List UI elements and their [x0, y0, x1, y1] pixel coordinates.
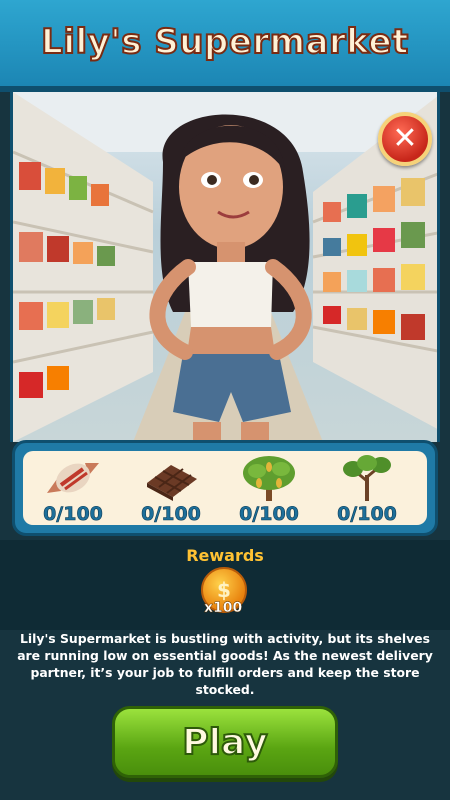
supermarket-illustration — [13, 92, 437, 442]
level-description: Lily's Supermarket is bustling with acti… — [17, 631, 433, 697]
candy-icon — [47, 463, 99, 493]
page-title: Lily's Supermarket — [40, 21, 409, 63]
item-slot-cacao-tree: 0/100 — [221, 451, 317, 531]
play-button-label: Play — [181, 721, 268, 764]
rewards-label: Rewards — [186, 546, 264, 565]
reward-multiplier: x100 — [204, 600, 243, 616]
item-count: 0/100 — [239, 503, 299, 526]
store-scene — [10, 92, 440, 442]
chocolate-icon — [147, 465, 197, 501]
items-inner: 0/100 0/100 0/100 0/100 — [23, 451, 427, 525]
required-items-panel: 0/100 0/100 0/100 0/100 — [12, 440, 438, 536]
sapling-tree-icon — [343, 455, 391, 501]
item-count: 0/100 — [43, 503, 103, 526]
item-slot-chocolate: 0/100 — [123, 451, 219, 531]
coin-symbol: $ — [217, 578, 231, 602]
close-icon: ✕ — [392, 121, 418, 156]
item-slot-sapling: 0/100 — [319, 451, 415, 531]
header-bar: Lily's Supermarket — [0, 0, 450, 92]
cacao-tree-icon — [243, 456, 295, 501]
lily-character — [149, 114, 312, 442]
item-count: 0/100 — [141, 503, 201, 526]
close-button[interactable]: ✕ — [378, 112, 432, 166]
item-count: 0/100 — [337, 503, 397, 526]
item-slot-candy: 0/100 — [25, 451, 121, 531]
play-button[interactable]: Play — [112, 706, 338, 778]
